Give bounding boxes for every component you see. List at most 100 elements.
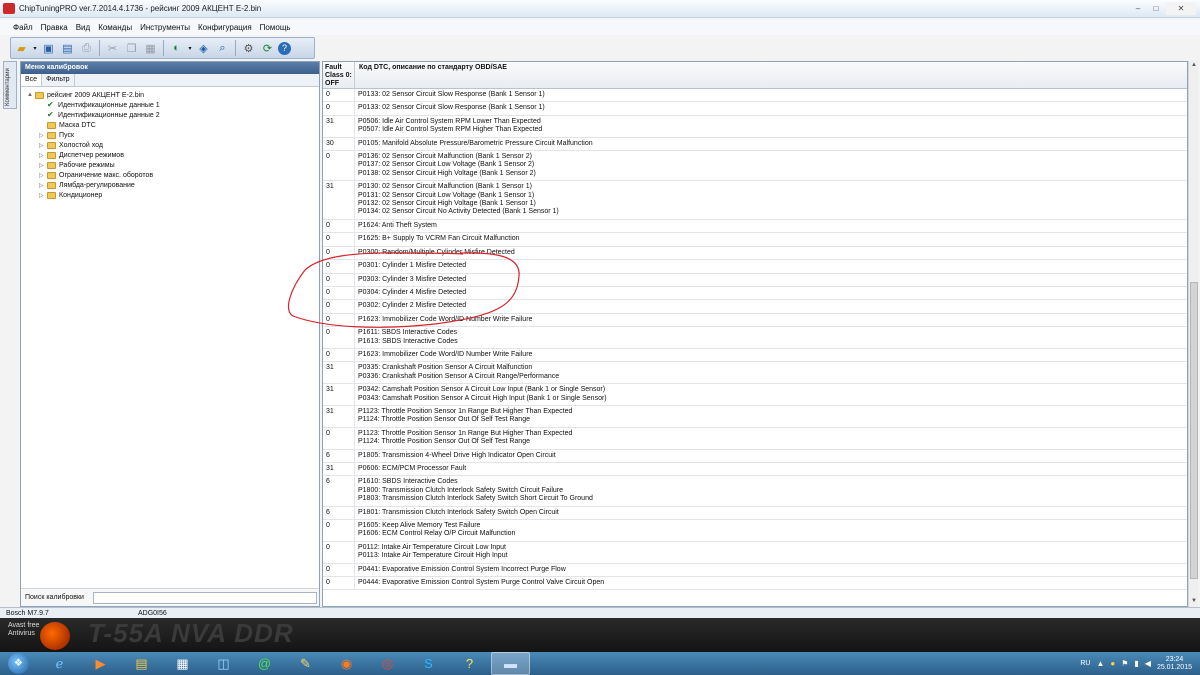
fault-class-cell[interactable]: 0: [323, 520, 355, 541]
save-icon[interactable]: ▣: [40, 40, 57, 57]
tree-expander-icon[interactable]: ▲: [27, 92, 35, 98]
tree-item[interactable]: ▷ Кондиционер: [27, 190, 313, 200]
fault-class-cell[interactable]: 0: [323, 89, 355, 102]
tree-expander-icon[interactable]: ▷: [39, 132, 47, 139]
dtc-row[interactable]: 0 P0136: 02 Sensor Circuit Malfunction (B…: [323, 151, 1187, 182]
media-player-icon[interactable]: ▶: [81, 652, 120, 675]
calendar-app-icon[interactable]: ▦: [163, 652, 202, 675]
chrome-icon[interactable]: ◎: [368, 652, 407, 675]
dtc-row[interactable]: 0 P1623: Immobilizer Code Word/ID Number …: [323, 348, 1187, 363]
menu-configuration[interactable]: Конфигурация: [197, 23, 253, 32]
tree-item[interactable]: ▷ Рабочие режимы: [27, 160, 313, 170]
tree-item[interactable]: ▷ Холостой ход: [27, 140, 313, 150]
fault-class-cell[interactable]: 6: [323, 506, 355, 520]
volume-icon[interactable]: ◀: [1145, 659, 1151, 668]
dtc-row[interactable]: 6 P1610: SBDS Interactive Codes P1800: Tr…: [323, 476, 1187, 507]
tree-item[interactable]: ▷ Пуск: [27, 130, 313, 140]
print-icon[interactable]: ⎙: [78, 40, 95, 57]
tree-item[interactable]: ▷ Диспетчер режимов: [27, 150, 313, 160]
menu-help[interactable]: Помощь: [259, 23, 292, 32]
dtc-row[interactable]: 31 P0606: ECM/PCM Processor Fault: [323, 463, 1187, 477]
paint-icon[interactable]: ✎: [286, 652, 325, 675]
dtc-row[interactable]: 0 P1625: B+ Supply To VCRM Fan Circuit Ma…: [323, 233, 1187, 247]
dtc-row[interactable]: 0 P0133: 02 Sensor Circuit Slow Response …: [323, 89, 1187, 103]
fault-class-cell[interactable]: 30: [323, 137, 355, 151]
fault-class-cell[interactable]: 6: [323, 476, 355, 506]
fault-class-cell[interactable]: 0: [323, 219, 355, 233]
network-icon[interactable]: ▮: [1134, 659, 1138, 668]
fault-class-cell[interactable]: 31: [323, 384, 355, 405]
language-indicator[interactable]: RU: [1080, 660, 1090, 667]
menu-commands[interactable]: Команды: [97, 23, 133, 32]
avast-label[interactable]: Avast free Antivirus: [8, 622, 39, 638]
fault-class-cell[interactable]: 31: [323, 405, 355, 427]
comments-side-tab[interactable]: Комментарии: [3, 61, 17, 109]
menu-tools[interactable]: Инструменты: [139, 23, 191, 32]
tree-expander-icon[interactable]: ▷: [39, 172, 47, 179]
help-icon[interactable]: ?: [278, 41, 291, 55]
tray-app-icon[interactable]: ●: [1110, 659, 1115, 668]
dtc-row[interactable]: 6 P1805: Transmission 4-Wheel Drive High …: [323, 449, 1187, 463]
unknown-app-icon[interactable]: ?: [450, 652, 489, 675]
skype-icon[interactable]: S: [409, 652, 448, 675]
tree-item[interactable]: ▷ Лямбда-регулирование: [27, 180, 313, 190]
minimize-button[interactable]: –: [1130, 2, 1146, 15]
at-mail-icon[interactable]: @: [245, 652, 284, 675]
fault-class-column-header[interactable]: Fault Class 0: OFF: [323, 62, 355, 88]
fault-class-cell[interactable]: 0: [323, 541, 355, 563]
fault-class-cell[interactable]: 0: [323, 348, 355, 362]
dtc-row[interactable]: 0 P1605: Keep Alive Memory Test Failure P…: [323, 520, 1187, 542]
start-button[interactable]: ❖: [8, 653, 29, 674]
fault-class-cell[interactable]: 0: [323, 151, 355, 181]
tree-item[interactable]: ✔ Идентификационные данные 2: [27, 110, 313, 120]
menu-edit[interactable]: Правка: [40, 23, 69, 32]
compare-icon[interactable]: ◐: [168, 40, 185, 57]
file-explorer-icon[interactable]: ▤: [122, 652, 161, 675]
internet-explorer-icon[interactable]: ℯ: [40, 652, 79, 675]
refresh-icon[interactable]: ⟳: [259, 40, 276, 57]
clock[interactable]: 23:24 25.01.2015: [1157, 656, 1192, 672]
dtc-row[interactable]: 0 P0112: Intake Air Temperature Circuit L…: [323, 541, 1187, 564]
dtc-row[interactable]: 0 P0441: Evaporative Emission Control Sys…: [323, 563, 1187, 578]
fault-class-cell[interactable]: 0: [323, 233, 355, 246]
maximize-button[interactable]: □: [1148, 2, 1164, 15]
search-icon[interactable]: ⌕: [214, 40, 231, 57]
tab-all[interactable]: Все: [21, 74, 43, 86]
dtc-row[interactable]: 0 P1123: Throttle Position Sensor 1n Rang…: [323, 427, 1187, 450]
fault-class-cell[interactable]: 6: [323, 449, 355, 462]
fault-class-cell[interactable]: 31: [323, 362, 355, 384]
dtc-row[interactable]: 31 P0342: Camshaft Position Sensor A Circ…: [323, 384, 1187, 406]
tree-expander-icon[interactable]: ▷: [39, 152, 47, 159]
copy-icon[interactable]: ❐: [123, 40, 140, 57]
open-folder-icon[interactable]: ▰: [13, 40, 30, 57]
tree-expander-icon[interactable]: ▷: [39, 142, 47, 149]
dtc-row[interactable]: 31 P1123: Throttle Position Sensor 1n Ran…: [323, 405, 1187, 428]
dtc-row[interactable]: 0 P0444: Evaporative Emission Control Sys…: [323, 577, 1187, 591]
fault-class-cell[interactable]: 0: [323, 563, 355, 577]
paste-icon[interactable]: ▦: [142, 40, 159, 57]
cut-icon[interactable]: ✂: [104, 40, 121, 57]
flag-icon[interactable]: ⚑: [1121, 659, 1128, 668]
dropdown-arrow-icon[interactable]: ▾: [32, 40, 38, 57]
tree-item[interactable]: Маска DTC: [27, 120, 313, 130]
tray-expand-icon[interactable]: ▲: [1096, 659, 1104, 668]
scrollbar-thumb[interactable]: [1190, 282, 1198, 579]
tree-item[interactable]: ▲ рейсинг 2009 АКЦЕНТ E-2.bin: [27, 90, 313, 100]
dtc-row[interactable]: 0 P0133: 02 Sensor Circuit Slow Response …: [323, 102, 1187, 116]
close-button[interactable]: ✕: [1166, 2, 1196, 15]
scroll-down-arrow-icon[interactable]: ▼: [1190, 598, 1198, 606]
dropdown-arrow-icon[interactable]: ▾: [187, 40, 193, 57]
dtc-row[interactable]: 6 P1801: Transmission Clutch Interlock Sa…: [323, 506, 1187, 521]
tree-item[interactable]: ✔ Идентификационные данные 1: [27, 100, 313, 110]
calibration-search-input[interactable]: [93, 591, 317, 604]
dtc-row[interactable]: 31 P0335: Crankshaft Position Sensor A Ci…: [323, 362, 1187, 385]
fault-class-cell[interactable]: 31: [323, 115, 355, 137]
app-icon[interactable]: ◫: [204, 652, 243, 675]
navigate-icon[interactable]: ◈: [195, 40, 212, 57]
checksum-icon[interactable]: ⚙: [240, 40, 257, 57]
dtc-row[interactable]: 30 P0105: Manifold Absolute Pressure/Baro…: [323, 137, 1187, 152]
dtc-description-column-header[interactable]: Код DTC, описание по стандарту OBD/SAE: [355, 62, 1187, 88]
fault-class-cell[interactable]: 0: [323, 577, 355, 590]
vertical-scrollbar[interactable]: ▲ ▼: [1188, 61, 1198, 607]
firefox-icon[interactable]: ◉: [327, 652, 366, 675]
